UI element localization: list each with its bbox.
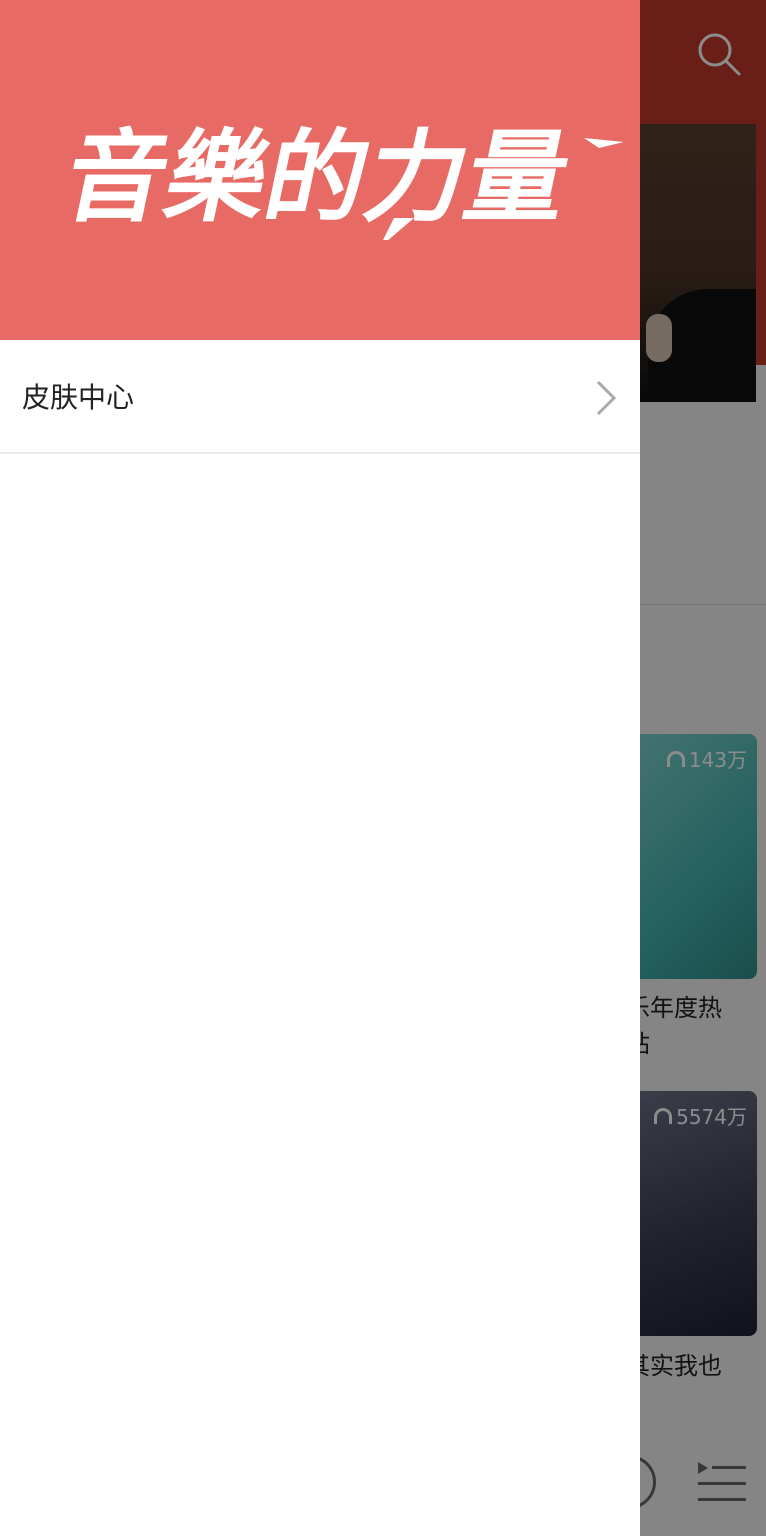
side-drawer: 音樂的力量 皮肤中心 [0,0,640,1536]
drawer-item-skin-center[interactable]: 皮肤中心 [0,340,640,454]
svg-text:音樂的力量: 音樂的力量 [55,119,580,236]
hero-logo: 音樂的力量 [55,119,624,240]
chevron-right-icon [596,380,617,416]
drawer-item-label: 皮肤中心 [22,381,135,414]
drawer-hero: 音樂的力量 [0,0,640,340]
